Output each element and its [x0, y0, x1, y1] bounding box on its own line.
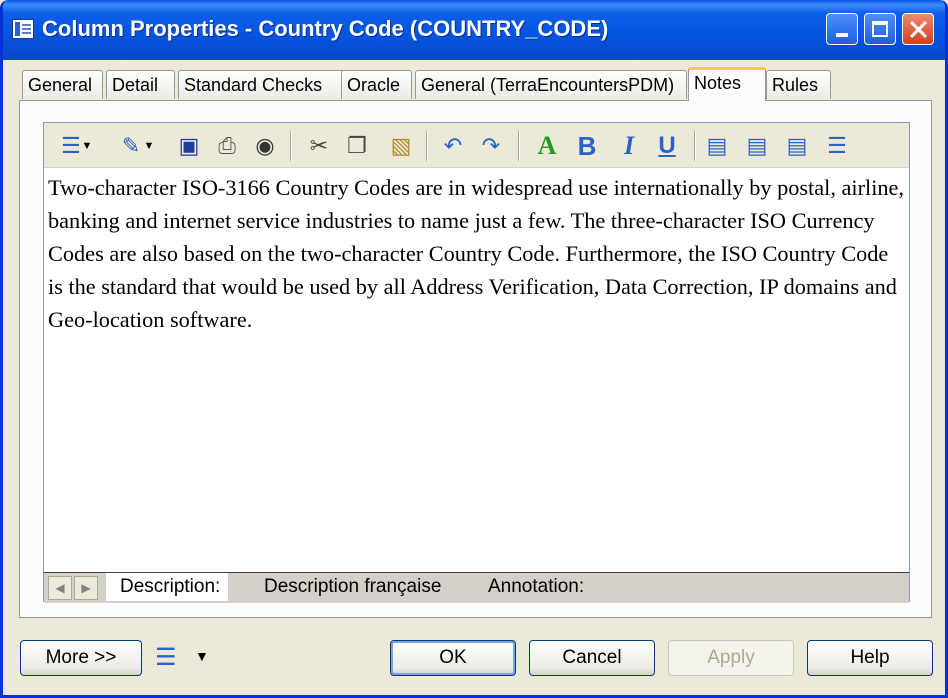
- copy-icon[interactable]: ❐: [344, 133, 370, 159]
- align-left-icon[interactable]: ▤: [704, 133, 730, 159]
- dialog-window: Column Properties - Country Code (COUNTR…: [0, 0, 948, 698]
- model-icon[interactable]: ☰: [155, 644, 183, 672]
- cut-icon[interactable]: ✂: [306, 133, 332, 159]
- tab-rules[interactable]: Rules: [766, 70, 831, 99]
- paste-icon[interactable]: ▧: [388, 133, 414, 159]
- scroll-left-button[interactable]: ◀: [48, 576, 72, 600]
- toolbar-separator: [426, 131, 428, 161]
- column-icon: [12, 19, 34, 39]
- chevron-down-icon[interactable]: ▼: [80, 133, 94, 159]
- font-color-icon[interactable]: A: [534, 133, 560, 159]
- editor-toolbar: ☰ ▼ ✎ ▼ ▣ ⎙ ◉ ✂ ❐ ▧ ↶ ↷ A B I U ▤ ▤ ▤ ☰: [44, 123, 909, 168]
- tab-description-francaise[interactable]: Description française: [258, 573, 447, 601]
- cancel-button[interactable]: Cancel: [529, 640, 655, 676]
- bold-icon[interactable]: B: [574, 133, 600, 159]
- toolbar-separator: [694, 131, 696, 161]
- edit-icon[interactable]: ✎: [118, 133, 144, 159]
- description-tab-strip: ◀ ▶ Description: Description française A…: [44, 572, 909, 603]
- tab-detail[interactable]: Detail: [106, 70, 175, 99]
- minimize-button[interactable]: [826, 13, 858, 45]
- tab-standard-checks[interactable]: Standard Checks: [178, 70, 357, 99]
- print-icon[interactable]: ⎙: [214, 133, 240, 159]
- redo-icon[interactable]: ↷: [478, 133, 504, 159]
- italic-icon[interactable]: I: [616, 133, 642, 159]
- close-button[interactable]: [902, 13, 934, 45]
- tab-general-pdm[interactable]: General (TerraEncountersPDM): [415, 70, 687, 99]
- window-title: Column Properties - Country Code (COUNTR…: [42, 16, 609, 41]
- toolbar-separator: [518, 131, 520, 161]
- find-icon[interactable]: ◉: [252, 133, 278, 159]
- toolbar-separator: [290, 131, 292, 161]
- help-button[interactable]: Help: [807, 640, 933, 676]
- scroll-right-button[interactable]: ▶: [74, 576, 98, 600]
- ok-button[interactable]: OK: [390, 640, 516, 676]
- save-icon[interactable]: ▣: [176, 133, 202, 159]
- align-right-icon[interactable]: ▤: [784, 133, 810, 159]
- more-button[interactable]: More >>: [20, 640, 142, 676]
- tab-notes[interactable]: Notes: [688, 67, 766, 101]
- undo-icon[interactable]: ↶: [440, 133, 466, 159]
- title-bar[interactable]: Column Properties - Country Code (COUNTR…: [3, 0, 945, 60]
- align-center-icon[interactable]: ▤: [744, 133, 770, 159]
- tab-general[interactable]: General: [22, 70, 103, 99]
- notes-text[interactable]: Two-character ISO-3166 Country Codes are…: [48, 171, 908, 336]
- tab-oracle[interactable]: Oracle: [341, 70, 412, 99]
- maximize-button[interactable]: [864, 13, 896, 45]
- chevron-down-icon[interactable]: ▼: [195, 646, 211, 666]
- tab-description[interactable]: Description:: [106, 573, 229, 601]
- apply-button[interactable]: Apply: [668, 640, 794, 676]
- tab-annotation[interactable]: Annotation:: [482, 573, 590, 601]
- chevron-down-icon[interactable]: ▼: [142, 133, 156, 159]
- bullets-icon[interactable]: ☰: [824, 133, 850, 159]
- notes-editor[interactable]: ☰ ▼ ✎ ▼ ▣ ⎙ ◉ ✂ ❐ ▧ ↶ ↷ A B I U ▤ ▤ ▤ ☰ …: [43, 122, 910, 603]
- underline-icon[interactable]: U: [654, 133, 680, 159]
